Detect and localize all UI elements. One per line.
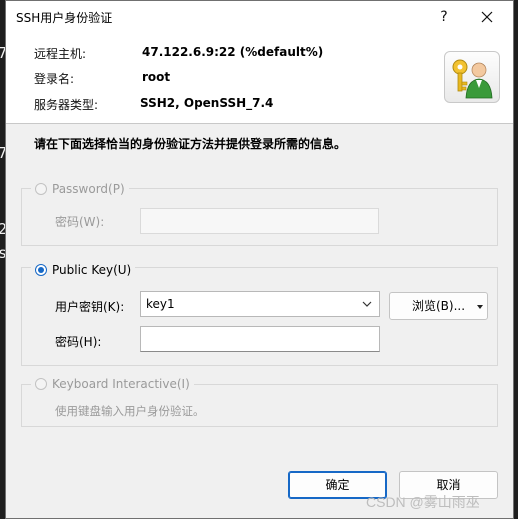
keyboard-interactive-hint: 使用键盘输入用户身份验证。	[55, 404, 205, 418]
passphrase-input[interactable]	[140, 326, 380, 352]
user-key-icon	[444, 51, 500, 103]
window-title: SSH用户身份验证	[16, 11, 113, 25]
close-button[interactable]	[473, 5, 501, 29]
password-radio[interactable]: Password(P)	[31, 180, 129, 198]
public-key-radio[interactable]: Public Key(U)	[31, 261, 136, 279]
server-type-value: SSH2, OpenSSH_7.4	[140, 96, 274, 110]
public-key-radio-circle[interactable]	[35, 264, 47, 276]
help-button[interactable]: ?	[434, 7, 454, 27]
password-radio-circle[interactable]	[35, 183, 47, 195]
password-radio-label: Password(P)	[52, 182, 125, 196]
instruction-text: 请在下面选择恰当的身份验证方法并提供登录所需的信息。	[34, 137, 347, 151]
close-icon	[481, 11, 493, 23]
passphrase-label: 密码(H):	[55, 335, 102, 349]
keyboard-interactive-radio-label: Keyboard Interactive(I)	[52, 377, 190, 391]
password-field-label: 密码(W):	[55, 215, 105, 229]
chevron-down-icon	[362, 301, 372, 307]
keyboard-interactive-radio-circle[interactable]	[35, 378, 47, 390]
header-separator	[6, 123, 513, 124]
user-key-selected-value: key1	[146, 297, 175, 311]
user-key-label: 用户密钥(K):	[55, 300, 125, 314]
browse-button-label: 浏览(B)...	[411, 299, 466, 313]
user-key-select[interactable]: key1	[140, 291, 380, 317]
keyboard-interactive-radio[interactable]: Keyboard Interactive(I)	[31, 375, 194, 393]
server-type-label: 服务器类型:	[34, 98, 99, 112]
login-name-value: root	[142, 70, 171, 84]
ssh-auth-dialog: SSH用户身份验证 ? 远程主机: 47.122.6.9:22 (%defaul…	[5, 0, 514, 519]
public-key-radio-label: Public Key(U)	[52, 263, 132, 277]
remote-host-value: 47.122.6.9:22 (%default%)	[142, 45, 324, 59]
dropdown-caret-icon	[477, 305, 483, 309]
browse-button[interactable]: 浏览(B)...	[389, 292, 488, 320]
watermark: CSDN @雾山雨巫	[366, 494, 480, 510]
ok-button-label: 确定	[325, 478, 350, 492]
remote-host-label: 远程主机:	[34, 47, 87, 61]
title-bar: SSH用户身份验证 ?	[6, 1, 513, 33]
password-input[interactable]	[140, 208, 379, 234]
login-name-label: 登录名:	[34, 72, 75, 86]
connection-info-panel: 远程主机: 47.122.6.9:22 (%default%) 登录名: roo…	[6, 33, 513, 123]
